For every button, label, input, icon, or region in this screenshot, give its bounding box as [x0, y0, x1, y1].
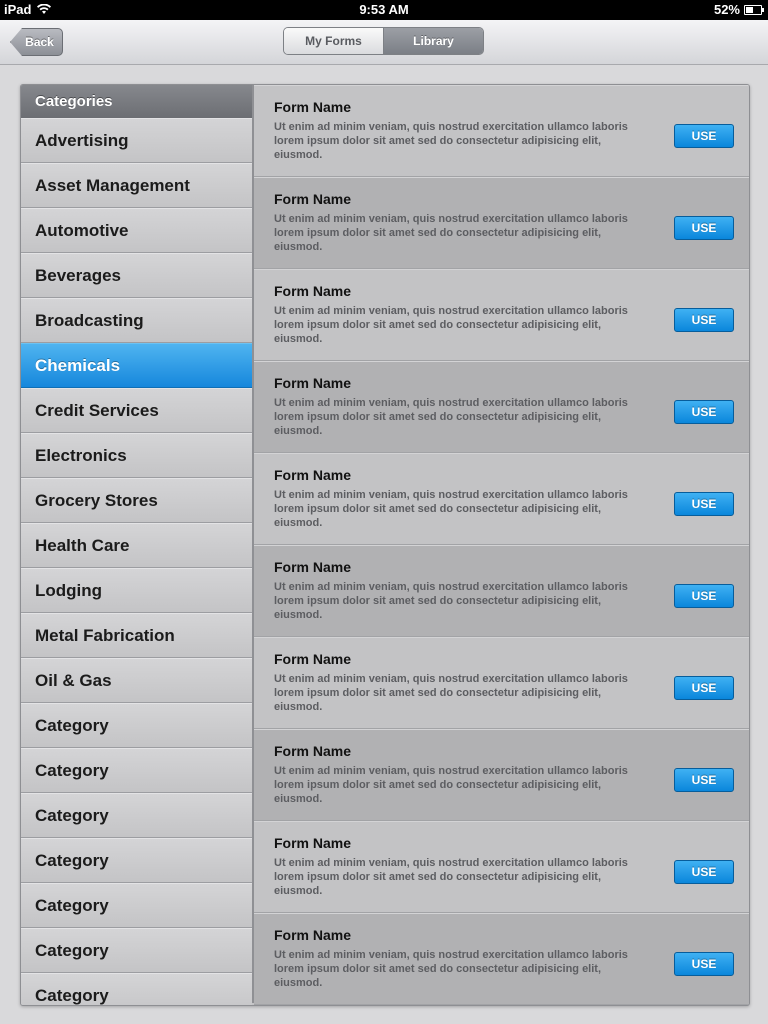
- back-button[interactable]: Back: [10, 28, 63, 56]
- use-button[interactable]: USE: [674, 768, 734, 792]
- sidebar-item[interactable]: Category: [21, 703, 252, 748]
- form-name: Form Name: [274, 651, 352, 667]
- form-description: Ut enim ad minim veniam, quis nostrud ex…: [274, 857, 628, 897]
- form-description: Ut enim ad minim veniam, quis nostrud ex…: [274, 213, 628, 253]
- use-button[interactable]: USE: [674, 216, 734, 240]
- use-button[interactable]: USE: [674, 952, 734, 976]
- list-item: Form Name Ut enim ad minim veniam, quis …: [254, 729, 749, 821]
- sidebar-item[interactable]: Grocery Stores: [21, 478, 252, 523]
- clock: 9:53 AM: [359, 2, 409, 17]
- form-description: Ut enim ad minim veniam, quis nostrud ex…: [274, 581, 628, 621]
- sidebar-item[interactable]: Oil & Gas: [21, 658, 252, 703]
- battery-percent: 52%: [713, 2, 740, 17]
- form-description: Ut enim ad minim veniam, quis nostrud ex…: [274, 949, 628, 989]
- battery-area: 52%: [713, 2, 764, 17]
- list-item: Form Name Ut enim ad minim veniam, quis …: [254, 361, 749, 453]
- form-name: Form Name: [274, 191, 352, 207]
- sidebar-item[interactable]: Broadcasting: [21, 298, 252, 343]
- sidebar-item[interactable]: Advertising: [21, 118, 252, 163]
- list-item: Form Name Ut enim ad minim veniam, quis …: [254, 821, 749, 913]
- use-button[interactable]: USE: [674, 676, 734, 700]
- library-panel: Categories Advertising Asset Management …: [20, 84, 750, 1006]
- list-item: Form Name Ut enim ad minim veniam, quis …: [254, 85, 749, 177]
- form-name: Form Name: [274, 927, 352, 943]
- sidebar-item[interactable]: Health Care: [21, 523, 252, 568]
- form-description: Ut enim ad minim veniam, quis nostrud ex…: [274, 121, 628, 161]
- form-description: Ut enim ad minim veniam, quis nostrud ex…: [274, 305, 628, 345]
- sidebar-item[interactable]: Automotive: [21, 208, 252, 253]
- sidebar-item[interactable]: Category: [21, 883, 252, 928]
- sidebar-item[interactable]: Asset Management: [21, 163, 252, 208]
- form-name: Form Name: [274, 743, 352, 759]
- form-name: Form Name: [274, 99, 352, 115]
- form-name: Form Name: [274, 559, 352, 575]
- form-name: Form Name: [274, 835, 352, 851]
- form-description: Ut enim ad minim veniam, quis nostrud ex…: [274, 673, 628, 713]
- battery-icon: [744, 4, 764, 15]
- form-description: Ut enim ad minim veniam, quis nostrud ex…: [274, 489, 628, 529]
- use-button[interactable]: USE: [674, 400, 734, 424]
- sidebar-item[interactable]: Category: [21, 793, 252, 838]
- categories-sidebar: Categories Advertising Asset Management …: [21, 85, 254, 1005]
- list-item: Form Name Ut enim ad minim veniam, quis …: [254, 545, 749, 637]
- segmented-control: My Forms Library: [283, 27, 484, 55]
- list-item: Form Name Ut enim ad minim veniam, quis …: [254, 453, 749, 545]
- use-button[interactable]: USE: [674, 860, 734, 884]
- categories-list: Advertising Asset Management Automotive …: [21, 118, 252, 1005]
- sidebar-item-selected[interactable]: Chemicals: [21, 343, 252, 388]
- sidebar-item[interactable]: Lodging: [21, 568, 252, 613]
- form-description: Ut enim ad minim veniam, quis nostrud ex…: [274, 765, 628, 805]
- forms-list: Form Name Ut enim ad minim veniam, quis …: [254, 85, 749, 1005]
- navigation-bar: Back My Forms Library: [0, 20, 768, 65]
- use-button[interactable]: USE: [674, 492, 734, 516]
- form-description: Ut enim ad minim veniam, quis nostrud ex…: [274, 397, 628, 437]
- list-item: Form Name Ut enim ad minim veniam, quis …: [254, 637, 749, 729]
- sidebar-item[interactable]: Category: [21, 748, 252, 793]
- sidebar-item[interactable]: Metal Fabrication: [21, 613, 252, 658]
- list-item: Form Name Ut enim ad minim veniam, quis …: [254, 177, 749, 269]
- sidebar-item[interactable]: Category: [21, 973, 252, 1005]
- list-item: Form Name Ut enim ad minim veniam, quis …: [254, 913, 749, 1005]
- sidebar-item[interactable]: Credit Services: [21, 388, 252, 433]
- sidebar-item[interactable]: Beverages: [21, 253, 252, 298]
- form-name: Form Name: [274, 467, 352, 483]
- list-item: Form Name Ut enim ad minim veniam, quis …: [254, 269, 749, 361]
- categories-header: Categories: [21, 85, 252, 118]
- form-name: Form Name: [274, 283, 352, 299]
- form-name: Form Name: [274, 375, 352, 391]
- status-bar: iPad 9:53 AM 52%: [0, 0, 768, 20]
- sidebar-item[interactable]: Category: [21, 928, 252, 973]
- use-button[interactable]: USE: [674, 308, 734, 332]
- tab-my-forms[interactable]: My Forms: [284, 28, 384, 54]
- use-button[interactable]: USE: [674, 584, 734, 608]
- use-button[interactable]: USE: [674, 124, 734, 148]
- sidebar-item[interactable]: Electronics: [21, 433, 252, 478]
- sidebar-item[interactable]: Category: [21, 838, 252, 883]
- tab-library[interactable]: Library: [384, 28, 483, 54]
